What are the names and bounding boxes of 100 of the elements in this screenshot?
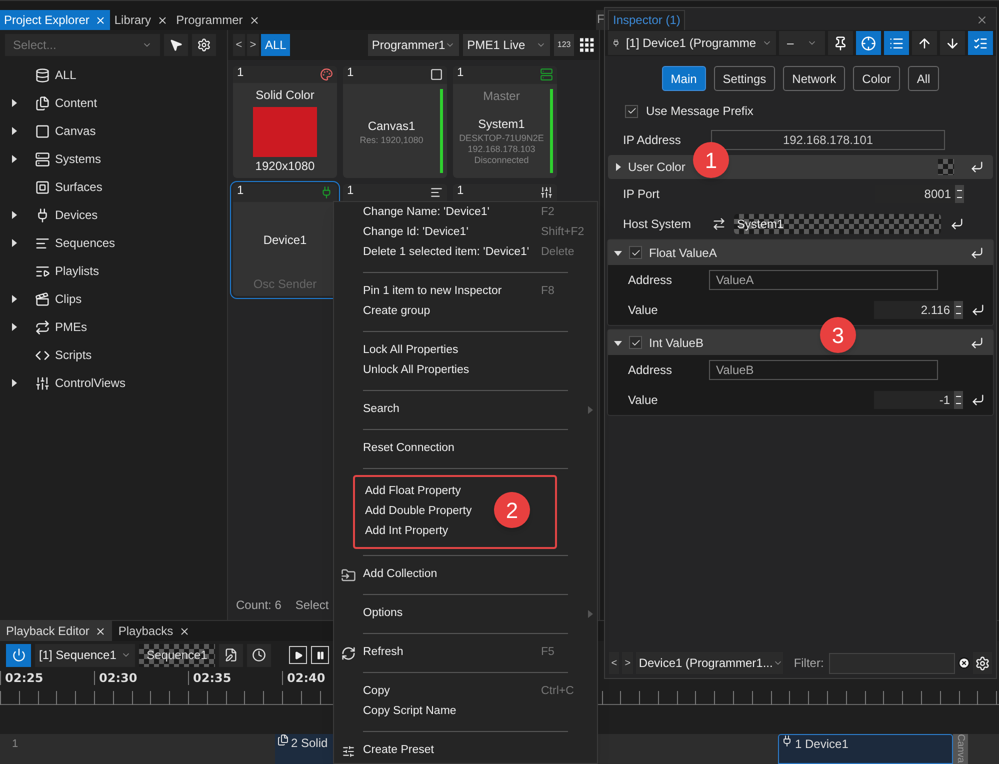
filter-input[interactable] xyxy=(828,652,955,674)
reset-icon[interactable] xyxy=(970,336,984,350)
filter-tab[interactable]: ALL xyxy=(260,34,290,56)
edit-button[interactable] xyxy=(219,644,243,666)
expand-triangle-icon[interactable] xyxy=(10,99,18,107)
play-button[interactable] xyxy=(289,646,307,664)
inspector-tab[interactable]: Network xyxy=(783,66,846,91)
mode-dropdown[interactable]: – xyxy=(779,31,825,55)
expanded-triangle-icon[interactable] xyxy=(614,338,622,346)
clear-icon[interactable] xyxy=(958,656,970,670)
nav-button[interactable]: < xyxy=(233,34,245,56)
clip[interactable]: 2 Solid xyxy=(275,734,333,764)
ip-address-field[interactable]: 192.168.178.101 xyxy=(711,130,945,150)
toolbar-button[interactable] xyxy=(940,31,965,55)
object-tile[interactable]: 1 Canvas1 Res: 1920,1080 xyxy=(343,66,447,178)
reset-icon[interactable] xyxy=(950,217,964,231)
panel-tab[interactable]: Playbacks xyxy=(112,621,196,641)
settings-button[interactable] xyxy=(192,34,216,56)
reset-icon[interactable] xyxy=(970,160,984,174)
expand-triangle-icon[interactable] xyxy=(10,323,18,331)
input-field[interactable]: ValueA xyxy=(709,270,938,290)
spinner-icon[interactable] xyxy=(955,185,964,203)
object-dropdown[interactable]: Device1 (Programmer1... xyxy=(636,652,783,674)
reset-icon[interactable] xyxy=(971,303,985,317)
sequence-dropdown[interactable]: [1] Sequence1 xyxy=(35,644,135,666)
panel-tab[interactable]: Project Explorer xyxy=(0,10,110,30)
expand-triangle-icon[interactable] xyxy=(10,127,18,135)
object-tile[interactable]: 1 Solid Color 1920x1080 xyxy=(233,66,337,178)
expand-triangle-icon[interactable] xyxy=(10,379,18,387)
menu-item[interactable]: Change Name: 'Device1' F2 xyxy=(334,203,597,223)
object-dropdown[interactable]: [1] Device1 (Programme xyxy=(608,31,776,55)
power-button[interactable] xyxy=(6,644,31,666)
menu-item[interactable]: Search xyxy=(334,400,597,420)
pause-button[interactable] xyxy=(311,646,329,664)
expand-triangle-icon[interactable] xyxy=(10,211,18,219)
panel-tab[interactable]: Library xyxy=(110,10,172,30)
clock-button[interactable] xyxy=(247,644,271,666)
menu-item[interactable]: Change Id: 'Device1' Shift+F2 xyxy=(334,223,597,243)
swap-icon[interactable] xyxy=(712,217,726,231)
object-tile[interactable]: 1 Master System1 DESKTOP-71U9N2E 192.168.178.103 Disconnected xyxy=(453,66,557,178)
tree-item[interactable]: Scripts xyxy=(0,341,200,369)
menu-item[interactable]: Add Float Property xyxy=(336,482,486,502)
tree-item[interactable]: Devices xyxy=(0,201,200,229)
checkbox[interactable] xyxy=(629,246,642,259)
tree-item[interactable]: Surfaces xyxy=(0,173,200,201)
close-icon[interactable] xyxy=(157,14,168,26)
color-preview-icon[interactable] xyxy=(938,159,954,175)
number-field[interactable]: -1 xyxy=(874,391,954,409)
menu-item[interactable]: Copy Ctrl+C xyxy=(334,682,597,702)
system-field[interactable]: System1 xyxy=(734,214,941,234)
tree-item[interactable]: Playlists xyxy=(0,257,200,285)
close-icon[interactable] xyxy=(95,626,106,636)
settings-button[interactable] xyxy=(972,652,992,674)
menu-item[interactable]: Options xyxy=(334,604,597,624)
inspector-tab[interactable]: Main xyxy=(662,66,706,91)
menu-item[interactable]: Reset Connection xyxy=(334,439,597,459)
menu-item[interactable]: Add Collection xyxy=(334,565,597,585)
number-button[interactable]: 123 xyxy=(554,34,574,56)
pointer-button[interactable] xyxy=(164,34,188,56)
expand-triangle-icon[interactable] xyxy=(10,239,18,247)
spinner-icon[interactable] xyxy=(954,301,963,319)
panel-tab[interactable]: Playback Editor xyxy=(0,621,112,641)
menu-item[interactable]: Copy Script Name xyxy=(334,702,597,722)
checkbox[interactable] xyxy=(625,104,638,118)
tree-item[interactable]: ControlViews xyxy=(0,369,200,397)
tree-item[interactable]: Systems xyxy=(0,145,200,173)
nav-button[interactable]: > xyxy=(246,34,259,56)
reset-icon[interactable] xyxy=(970,246,984,260)
input-field[interactable]: ValueB xyxy=(709,360,938,380)
panel-tab[interactable]: Programmer xyxy=(172,10,264,30)
grid-icon[interactable] xyxy=(580,37,594,53)
menu-item[interactable]: Pin 1 item to new Inspector F8 xyxy=(334,282,597,302)
expand-triangle-icon[interactable] xyxy=(614,163,622,171)
tree-item[interactable]: Content xyxy=(0,89,200,117)
expanded-triangle-icon[interactable] xyxy=(614,248,622,256)
checkbox[interactable] xyxy=(629,336,642,349)
inspector-tab[interactable]: All xyxy=(908,66,940,91)
close-icon[interactable] xyxy=(179,626,190,636)
tree-item[interactable]: Canvas xyxy=(0,117,200,145)
inspector-tab[interactable]: Settings xyxy=(714,66,776,91)
menu-item[interactable]: Create group xyxy=(334,302,597,322)
tree-item[interactable]: Clips xyxy=(0,285,200,313)
clip[interactable]: 1 Device1 xyxy=(778,734,953,764)
nav-button[interactable]: < xyxy=(609,652,620,674)
menu-item[interactable]: Add Double Property xyxy=(336,502,486,522)
pme-dropdown[interactable]: PME1 Live xyxy=(463,34,550,56)
reset-icon[interactable] xyxy=(971,393,985,407)
toolbar-button[interactable] xyxy=(912,31,937,55)
menu-item[interactable]: Delete 1 selected item: 'Device1' Delete xyxy=(334,243,597,263)
programmer-dropdown[interactable]: Programmer1 xyxy=(368,34,460,56)
nav-button[interactable]: > xyxy=(622,652,633,674)
tree-item[interactable]: ALL xyxy=(0,61,200,89)
expand-triangle-icon[interactable] xyxy=(10,295,18,303)
menu-item[interactable]: Add Int Property xyxy=(336,522,486,542)
menu-item[interactable]: Lock All Properties xyxy=(334,341,597,361)
close-icon[interactable] xyxy=(95,14,106,26)
menu-item[interactable]: Refresh F5 xyxy=(334,643,597,663)
panel-tab[interactable]: F xyxy=(596,10,604,30)
menu-item[interactable]: Create Preset xyxy=(334,741,597,761)
number-field[interactable]: 2.116 xyxy=(874,301,954,319)
